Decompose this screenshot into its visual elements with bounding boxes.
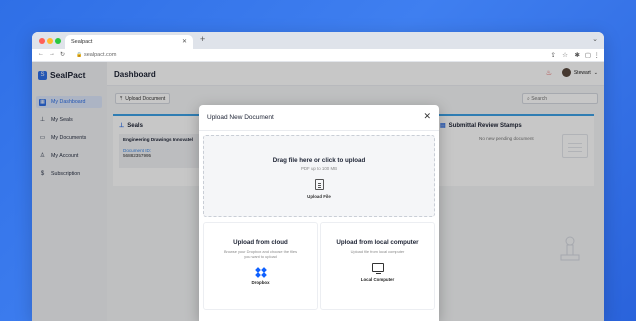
local-computer-label: Local Computer (360, 277, 395, 282)
dropzone-title: Drag file here or click to upload (272, 157, 366, 164)
close-icon[interactable]: ✕ (423, 111, 431, 122)
tab-title: Sealpact (71, 39, 93, 45)
forward-icon[interactable]: → (49, 51, 55, 57)
cloud-option-title: Upload from cloud (233, 239, 288, 246)
file-icon (314, 179, 324, 190)
dropbox-icon (254, 267, 267, 278)
upload-file-label: Upload File (307, 194, 331, 199)
browser-tab[interactable]: Sealpact ✕ (65, 35, 193, 49)
chevron-down-icon[interactable]: ⌄ (592, 35, 598, 43)
menu-icon[interactable]: ⋮ (594, 51, 601, 59)
lock-icon: 🔒 (76, 52, 83, 58)
file-dropzone[interactable]: Drag file here or click to upload PDF up… (203, 135, 435, 217)
new-tab-icon[interactable]: + (200, 34, 205, 44)
tab-bar: Sealpact ✕ + ⌄ (32, 32, 604, 49)
dropzone-subtitle: PDF up to 100 MB (300, 166, 338, 171)
dropbox-label: Dropbox (251, 280, 270, 285)
upload-from-local-option[interactable]: Upload from local computer Upload file f… (320, 222, 435, 310)
local-option-title: Upload from local computer (336, 239, 419, 246)
address-bar: ← → ↻ 🔒 sealpact.com ⇪ ☆ ✱ ▢ ⋮ (32, 49, 604, 62)
maximize-window-icon[interactable] (55, 38, 61, 44)
minimize-window-icon[interactable] (47, 38, 53, 44)
upload-from-cloud-option[interactable]: Upload from cloud Browse your Dropbox an… (203, 222, 318, 310)
modal-title: Upload New Document (207, 114, 274, 121)
sidepanel-icon[interactable]: ▢ (585, 51, 591, 59)
tab-close-icon[interactable]: ✕ (182, 38, 187, 45)
upload-modal: Upload New Document ✕ Drag file here or … (199, 105, 439, 321)
reload-icon[interactable]: ↻ (60, 51, 65, 58)
url-field[interactable]: sealpact.com (84, 52, 116, 58)
cloud-option-description: Browse your Dropbox and choose the files… (223, 249, 298, 259)
close-window-icon[interactable] (39, 38, 45, 44)
share-icon[interactable]: ⇪ (551, 51, 556, 59)
divider (199, 130, 439, 131)
browser-window: Sealpact ✕ + ⌄ ← → ↻ 🔒 sealpact.com ⇪ ☆ … (32, 32, 604, 321)
bookmark-star-icon[interactable]: ☆ (562, 51, 568, 59)
monitor-icon (371, 263, 384, 274)
local-option-description: Upload file from local computer (350, 249, 405, 254)
extensions-icon[interactable]: ✱ (575, 51, 580, 59)
back-icon[interactable]: ← (38, 51, 44, 57)
